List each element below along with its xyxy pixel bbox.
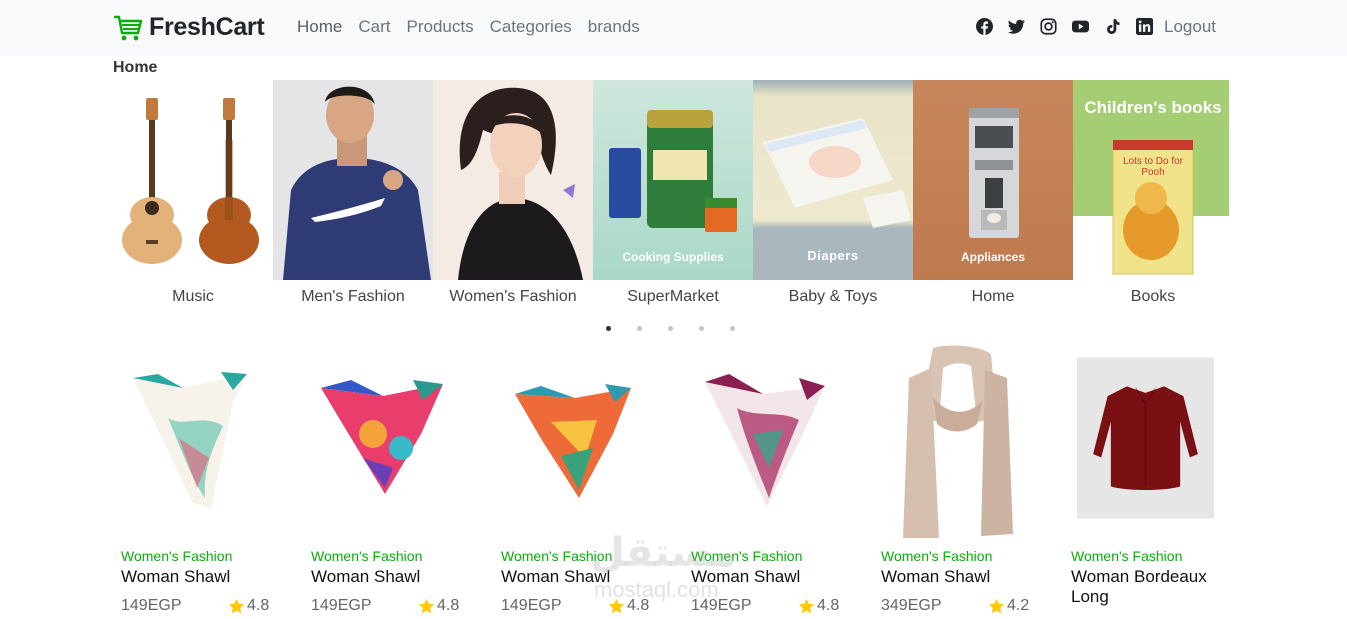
category-slide-music[interactable]: Music <box>113 80 273 310</box>
brand[interactable]: FreshCart <box>113 13 265 42</box>
category-image-womens-fashion <box>433 80 593 280</box>
product-card[interactable]: Women's Fashion Woman Shawl 149EGP 4.8 <box>303 338 473 619</box>
instagram-icon[interactable] <box>1040 18 1057 35</box>
product-rating: 4.2 <box>988 597 1029 615</box>
rating-value: 4.8 <box>437 597 460 614</box>
slider-dot[interactable] <box>606 326 611 331</box>
nav-home-link[interactable]: Home <box>297 17 342 37</box>
product-rating: 4.8 <box>228 597 269 615</box>
product-price: 149EGP <box>121 597 182 614</box>
book-cover-text: Lots to Do for Pooh <box>1122 156 1184 178</box>
product-category: Women's Fashion <box>1071 548 1183 564</box>
slider-dot[interactable] <box>699 326 704 331</box>
star-icon <box>988 598 1005 613</box>
brand-name: FreshCart <box>149 13 265 41</box>
slider-dot[interactable] <box>668 326 673 331</box>
social-links <box>976 18 1153 35</box>
product-image <box>515 384 631 498</box>
product-title: Woman Shawl <box>311 567 421 586</box>
product-category: Women's Fashion <box>881 548 993 564</box>
product-price: 349EGP <box>881 597 942 614</box>
watermark-logo: مستقل <box>590 531 737 575</box>
navbar: FreshCart Home Cart Products Categories … <box>0 0 1347 56</box>
product-title: Woman Shawl <box>121 567 231 586</box>
product-card[interactable]: Women's Fashion Woman Shawl 149EGP 4.8 <box>113 338 283 619</box>
category-label: SuperMarket <box>627 288 719 305</box>
category-image-text: Cooking Supplies <box>622 250 724 264</box>
category-label: Baby & Toys <box>788 288 878 305</box>
facebook-icon[interactable] <box>976 18 993 35</box>
category-label: Women's Fashion <box>449 288 577 305</box>
product-image <box>903 345 1013 538</box>
product-category: Women's Fashion <box>121 548 233 564</box>
star-icon <box>418 598 435 613</box>
category-slide-baby-toys[interactable]: Diapers Baby & Toys <box>753 80 913 310</box>
product-card[interactable]: Women's Fashion Woman Shawl 349EGP 4.2 <box>873 338 1043 619</box>
category-slide-home[interactable]: Appliances Home <box>913 80 1073 310</box>
slider-dots <box>606 326 735 331</box>
product-image <box>321 380 443 494</box>
nav-links: Home Cart Products Categories brands <box>297 17 640 37</box>
logout-link[interactable]: Logout <box>1164 17 1216 37</box>
nav-categories-link[interactable]: Categories <box>490 17 572 37</box>
category-slide-supermarket[interactable]: Cooking Supplies SuperMarket <box>593 80 753 310</box>
slider-dot[interactable] <box>730 326 735 331</box>
product-image <box>1077 357 1214 519</box>
rating-value: 4.8 <box>247 597 270 614</box>
category-image-text: Appliances <box>960 250 1026 264</box>
category-image-baby-toys: Diapers <box>753 80 913 280</box>
category-label: Home <box>971 288 1015 305</box>
product-image <box>133 372 247 508</box>
category-image-mens-fashion <box>273 80 433 280</box>
category-label: Men's Fashion <box>301 288 405 305</box>
star-icon <box>228 598 245 613</box>
product-price: 149EGP <box>501 597 562 614</box>
category-slide-womens-fashion[interactable]: Women's Fashion <box>433 80 593 310</box>
category-image-text: Diapers <box>807 248 859 263</box>
product-title: Woman Shawl <box>881 567 991 586</box>
nav-cart-link[interactable]: Cart <box>358 17 390 37</box>
category-slide-mens-fashion[interactable]: Men's Fashion <box>273 80 433 310</box>
category-image-home: Appliances <box>913 80 1073 280</box>
rating-value: 4.8 <box>817 597 840 614</box>
category-slider[interactable]: Music Men's Fashion Women's Fashion Cook… <box>113 80 1229 310</box>
nav-products-link[interactable]: Products <box>406 17 473 37</box>
youtube-icon[interactable] <box>1072 18 1089 35</box>
product-title: Woman Bordeaux Long <box>1071 567 1207 606</box>
category-image-books: Children's books Lots to Do for Pooh <box>1073 80 1229 280</box>
product-image <box>705 374 825 506</box>
product-rating: 4.8 <box>798 597 839 615</box>
product-card[interactable]: Women's Fashion Woman Bordeaux Long <box>1063 338 1233 619</box>
nav-brands-link[interactable]: brands <box>588 17 640 37</box>
product-category: Women's Fashion <box>311 548 423 564</box>
category-label: Books <box>1130 288 1176 305</box>
tiktok-icon[interactable] <box>1104 18 1121 35</box>
watermark-url: mostaql.com <box>594 577 719 602</box>
product-rating: 4.8 <box>418 597 459 615</box>
slider-dot[interactable] <box>637 326 642 331</box>
twitter-icon[interactable] <box>1008 18 1025 35</box>
rating-value: 4.2 <box>1007 597 1030 614</box>
category-slide-books[interactable]: Children's books Lots to Do for Pooh Boo… <box>1073 80 1229 310</box>
product-price: 149EGP <box>311 597 372 614</box>
page-title: Home <box>113 59 158 76</box>
category-image-music <box>113 80 273 280</box>
star-icon <box>798 598 815 613</box>
category-label: Music <box>172 288 214 305</box>
category-image-supermarket: Cooking Supplies <box>593 80 753 280</box>
cart-icon <box>114 15 143 40</box>
linkedin-icon[interactable] <box>1136 18 1153 35</box>
